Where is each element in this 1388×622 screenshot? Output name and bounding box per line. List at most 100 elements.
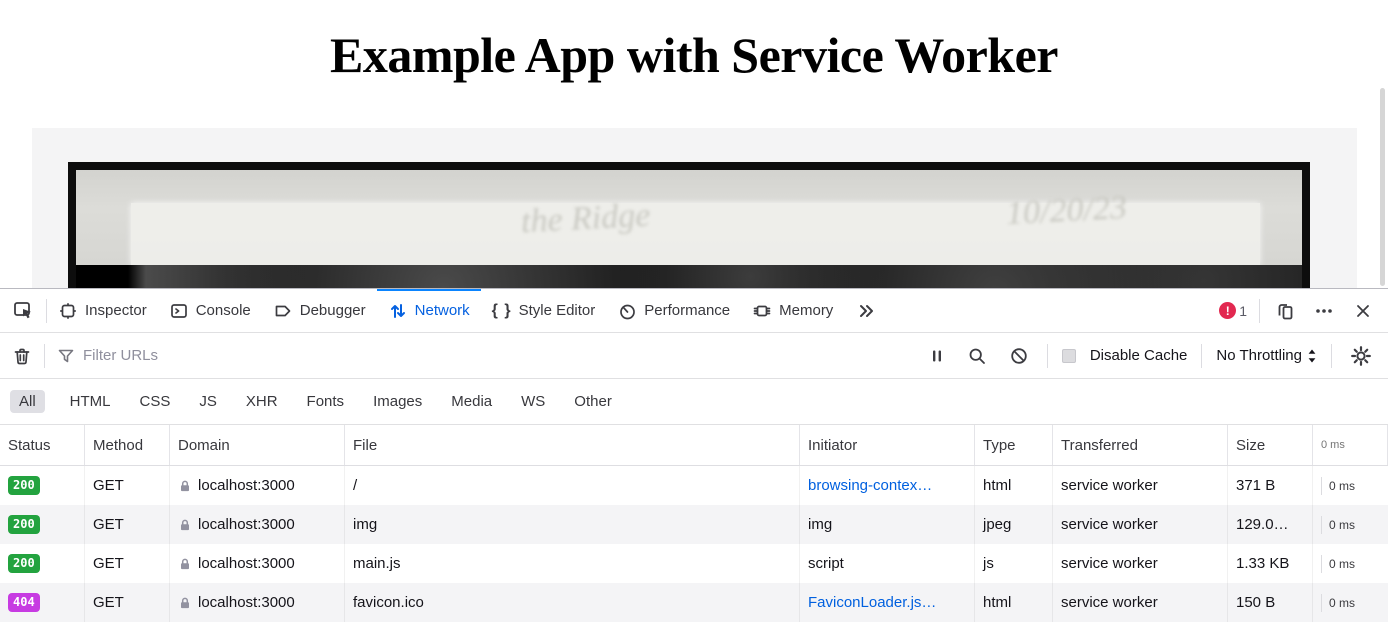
tab-style-editor[interactable]: { } Style Editor [481,289,607,332]
throttling-select[interactable]: No Throttling [1216,347,1317,364]
error-count-button[interactable]: ! 1 [1217,289,1249,332]
tab-label: Performance [644,302,730,319]
block-requests-button[interactable] [1005,346,1033,366]
domain-cell: localhost:3000 [170,466,345,505]
table-row[interactable]: 200 GET localhost:3000 / browsing-contex… [0,466,1388,505]
table-row[interactable]: 200 GET localhost:3000 main.js script js… [0,544,1388,583]
filter-funnel-icon [57,347,75,365]
tab-label: Memory [779,302,833,319]
requests-table: Status Method Domain File Initiator Type… [0,425,1388,622]
pick-element-button[interactable] [0,289,46,332]
timeline-tick [1321,594,1322,612]
disable-cache-checkbox[interactable] [1062,349,1076,363]
network-settings-button[interactable] [1346,345,1376,367]
column-header-type[interactable]: Type [975,425,1053,465]
lock-icon [178,479,192,493]
stepper-arrows-icon [1307,348,1317,364]
responsive-design-button[interactable] [1270,289,1300,332]
app-photo: the Ridge 10/20/23 [32,128,1357,288]
column-header-initiator[interactable]: Initiator [800,425,975,465]
error-count: 1 [1239,303,1247,319]
domain-cell: localhost:3000 [170,505,345,544]
domain-cell: localhost:3000 [170,583,345,622]
divider [44,344,45,368]
tab-console[interactable]: Console [158,289,262,332]
lock-icon [178,557,192,571]
type-cell: jpeg [975,505,1053,544]
divider [1047,344,1048,368]
type-cell: html [975,466,1053,505]
filter-media[interactable]: Media [447,390,496,413]
filter-xhr[interactable]: XHR [242,390,282,413]
method-cell: GET [85,505,170,544]
tab-network[interactable]: Network [377,289,481,332]
column-header-size[interactable]: Size [1228,425,1313,465]
status-badge: 200 [8,515,40,533]
page-scrollbar-thumb[interactable] [1380,88,1385,286]
timeline-tick [1321,477,1322,495]
filter-js[interactable]: JS [195,390,221,413]
initiator-cell: browsing-contex… [800,466,975,505]
photo-mat: the Ridge 10/20/23 [76,170,1302,265]
block-icon [1009,346,1029,366]
devtools-tabbar: Inspector Console Debugger [0,289,1388,333]
tab-label: Network [415,302,470,319]
initiator-link[interactable]: FaviconLoader.js… [808,594,936,611]
size-cell: 150 B [1228,583,1313,622]
tab-label: Console [196,302,251,319]
transferred-cell: service worker [1053,583,1228,622]
size-cell: 371 B [1228,466,1313,505]
timeline-tick [1321,516,1322,534]
initiator-text: script [808,555,844,572]
error-icon: ! [1219,302,1236,319]
performance-icon [617,301,637,321]
search-button[interactable] [963,346,991,366]
console-icon [169,301,189,321]
throttling-value: No Throttling [1216,347,1302,364]
close-icon [1354,302,1372,320]
status-badge: 200 [8,554,40,572]
page-content: Example App with Service Worker the Ridg… [0,0,1388,288]
initiator-link[interactable]: browsing-contex… [808,477,932,494]
status-cell: 200 [0,466,85,505]
request-filter-bar: All HTML CSS JS XHR Fonts Images Media W… [0,379,1388,425]
filter-other[interactable]: Other [570,390,616,413]
chevron-double-right-icon [856,301,876,321]
lock-icon [178,596,192,610]
column-header-method[interactable]: Method [85,425,170,465]
divider [1201,344,1202,368]
filter-ws[interactable]: WS [517,390,549,413]
tab-label: Inspector [85,302,147,319]
clear-requests-button[interactable] [0,333,44,378]
timeline-cell: 0 ms [1313,544,1388,583]
transferred-cell: service worker [1053,544,1228,583]
column-header-transferred[interactable]: Transferred [1053,425,1228,465]
file-cell: main.js [345,544,800,583]
filter-urls-input[interactable] [83,347,925,364]
gear-icon [1350,345,1372,367]
pause-traffic-button[interactable] [925,348,949,364]
more-tabs-button[interactable] [844,289,888,332]
filter-css[interactable]: CSS [136,390,175,413]
file-cell: / [345,466,800,505]
close-devtools-button[interactable] [1348,289,1378,332]
filter-all[interactable]: All [10,390,45,413]
column-header-domain[interactable]: Domain [170,425,345,465]
column-header-timeline[interactable]: 0 ms [1313,425,1388,465]
meatball-menu-button[interactable] [1310,289,1338,332]
filter-html[interactable]: HTML [66,390,115,413]
tab-performance[interactable]: Performance [606,289,741,332]
status-badge: 404 [8,593,40,611]
tab-inspector[interactable]: Inspector [47,289,158,332]
column-header-status[interactable]: Status [0,425,85,465]
table-row[interactable]: 404 GET localhost:3000 favicon.ico Favic… [0,583,1388,622]
initiator-cell: FaviconLoader.js… [800,583,975,622]
filter-fonts[interactable]: Fonts [303,390,349,413]
inspector-icon [58,301,78,321]
tab-debugger[interactable]: Debugger [262,289,377,332]
tab-memory[interactable]: Memory [741,289,844,332]
column-header-file[interactable]: File [345,425,800,465]
filter-images[interactable]: Images [369,390,426,413]
timeline-tick [1321,555,1322,573]
table-row[interactable]: 200 GET localhost:3000 img img jpeg serv… [0,505,1388,544]
